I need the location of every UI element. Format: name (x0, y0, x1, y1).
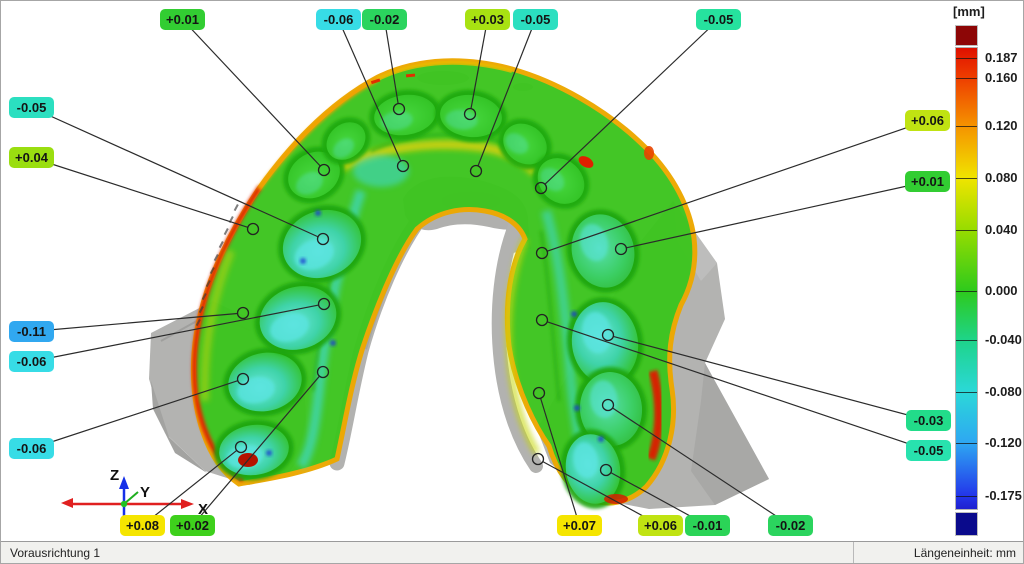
deviation-callout[interactable]: +0.06 (638, 515, 683, 536)
scale-tick-line (956, 291, 977, 292)
scale-overflow-top (956, 26, 977, 45)
deviation-callout[interactable]: +0.01 (905, 171, 950, 192)
deviation-callout[interactable]: +0.01 (160, 9, 205, 30)
z-axis-label: Z (110, 467, 119, 484)
deviation-callout[interactable]: +0.08 (120, 515, 165, 536)
deviation-value: +0.06 (644, 518, 677, 533)
deep-deviation-spot (571, 311, 577, 317)
y-axis-label: Y (140, 484, 150, 501)
deviation-value: -0.11 (17, 324, 46, 339)
deviation-value: -0.05 (17, 100, 47, 115)
scale-tick-label: -0.040 (985, 332, 1024, 348)
scale-tick-label: 0.120 (985, 118, 1024, 134)
leader-line (32, 158, 248, 228)
deviation-callout[interactable]: -0.02 (362, 9, 407, 30)
scale-tick-line (956, 443, 977, 444)
deviation-value: -0.05 (914, 443, 944, 458)
deviation-callout[interactable]: -0.05 (9, 97, 54, 118)
deviation-callout[interactable]: +0.02 (170, 515, 215, 536)
inspection-window: Z Y X +0.01-0.06-0.02+0.03-0.05-0.05+0.0… (0, 0, 1024, 564)
status-bar: Vorausrichtung 1 Längeneinheit: mm (1, 541, 1023, 563)
deviation-callout[interactable]: +0.03 (465, 9, 510, 30)
deviation-value: +0.06 (911, 113, 944, 128)
deviation-value: -0.06 (17, 354, 47, 369)
deviation-value: +0.04 (15, 150, 49, 165)
deviation-value: -0.05 (704, 12, 734, 27)
unit-status-text: Längeneinheit: mm (854, 546, 1023, 560)
deviation-callout[interactable]: -0.06 (316, 9, 361, 30)
deviation-callout[interactable]: -0.02 (768, 515, 813, 536)
alignment-status-text: Vorausrichtung 1 (1, 546, 853, 560)
scale-tick-line (956, 126, 977, 127)
scale-tick-label: 0.187 (985, 50, 1024, 66)
scale-tick-line (956, 392, 977, 393)
deviation-value: -0.05 (521, 12, 551, 27)
deviation-callout[interactable]: -0.06 (9, 351, 54, 372)
scale-tick-line (956, 230, 977, 231)
deep-deviation-spot (574, 405, 580, 411)
deviation-value: -0.06 (17, 441, 47, 456)
scale-tick-line (956, 58, 977, 59)
scale-overflow-bottom (956, 513, 977, 535)
scale-tick-label: -0.080 (985, 384, 1024, 400)
deep-deviation-spot (300, 258, 306, 264)
deviation-value: +0.02 (176, 518, 209, 533)
deviation-value: -0.03 (914, 413, 944, 428)
deviation-callout[interactable]: -0.06 (9, 438, 54, 459)
scale-tick-line (956, 340, 977, 341)
deviation-value: -0.02 (776, 518, 806, 533)
scale-tick-label: 0.040 (985, 222, 1024, 238)
deviation-callout[interactable]: -0.05 (513, 9, 558, 30)
leader-line (183, 20, 321, 166)
x-axis-arrow (181, 499, 194, 509)
scale-tick-line (956, 496, 977, 497)
model-viewport[interactable]: Z Y X +0.01-0.06-0.02+0.03-0.05-0.05+0.0… (1, 1, 1024, 564)
dental-model (193, 61, 694, 514)
deep-deviation-spot (315, 210, 321, 216)
deviation-callout[interactable]: +0.07 (557, 515, 602, 536)
deviation-value: +0.03 (471, 12, 504, 27)
deviation-value: -0.06 (324, 12, 354, 27)
deviation-callout[interactable]: -0.03 (906, 410, 951, 431)
deviation-value: -0.02 (370, 12, 400, 27)
deviation-callout[interactable]: +0.04 (9, 147, 54, 168)
z-axis-arrow (119, 476, 129, 489)
deviation-callout[interactable]: -0.05 (696, 9, 741, 30)
deep-deviation-spot (598, 436, 604, 442)
scale-tick-label: 0.160 (985, 70, 1024, 86)
y-axis-origin-dot (121, 501, 127, 507)
deviation-callout[interactable]: -0.05 (906, 440, 951, 461)
scale-tick-label: 0.000 (985, 283, 1024, 299)
scale-tick-line (956, 78, 977, 79)
deviation-callout[interactable]: -0.01 (685, 515, 730, 536)
deep-deviation-spot (266, 450, 272, 456)
color-scale-bar (956, 48, 977, 509)
deviation-value: +0.01 (166, 12, 199, 27)
deep-deviation-spot (330, 340, 336, 346)
deviation-value: +0.07 (563, 518, 596, 533)
deviation-callout[interactable]: -0.11 (9, 321, 54, 342)
scale-tick-label: 0.080 (985, 170, 1024, 186)
deviation-callout[interactable]: +0.06 (905, 110, 950, 131)
deviation-value: -0.01 (693, 518, 723, 533)
scale-unit-label: [mm] (953, 4, 1013, 19)
deviation-value: +0.01 (911, 174, 944, 189)
scale-tick-label: -0.120 (985, 435, 1024, 451)
scale-tick-label: -0.175 (985, 488, 1024, 504)
deviation-value: +0.08 (126, 518, 159, 533)
scale-tick-line (956, 178, 977, 179)
